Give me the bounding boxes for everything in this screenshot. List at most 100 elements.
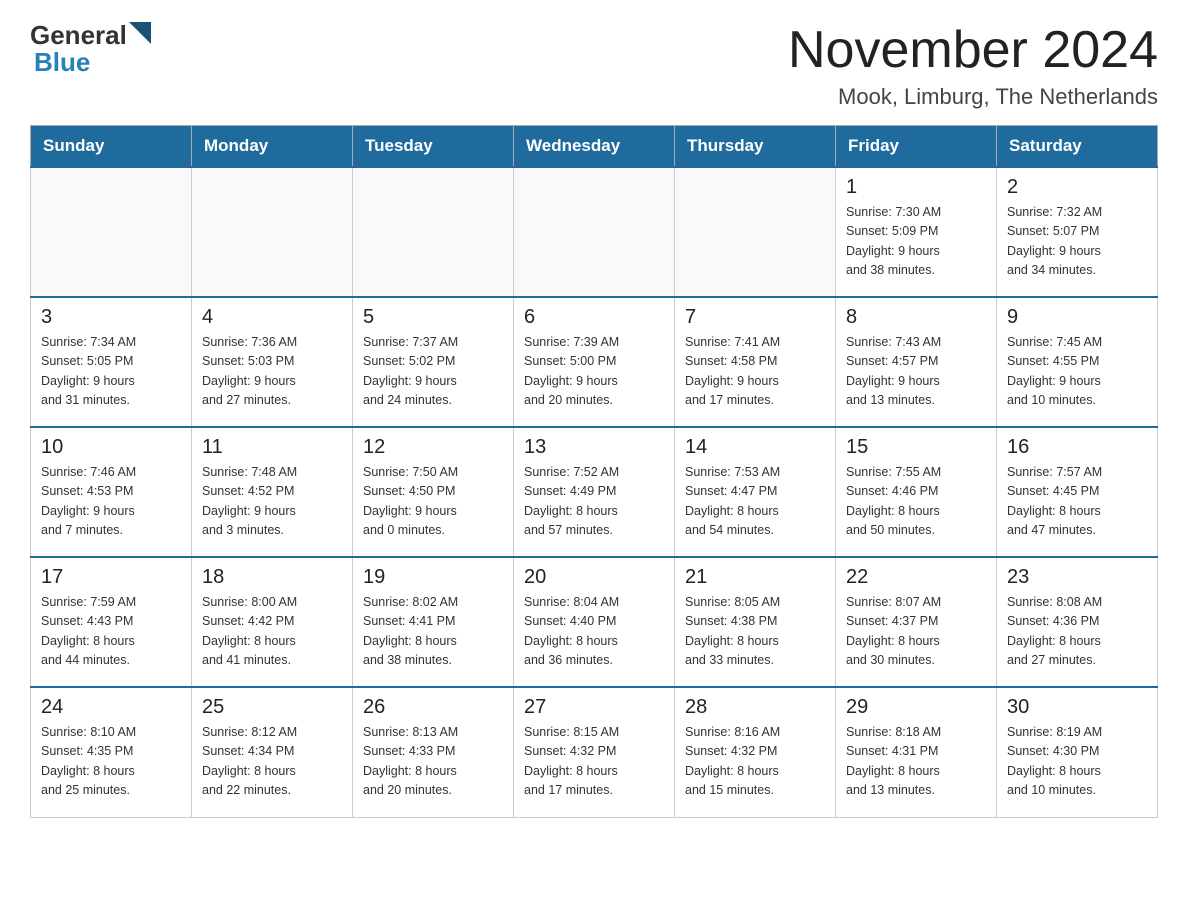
day-number: 11 [202, 436, 342, 459]
day-number: 1 [846, 176, 986, 199]
day-number: 14 [685, 436, 825, 459]
col-thursday: Thursday [675, 126, 836, 168]
day-info: Sunrise: 7:45 AM Sunset: 4:55 PM Dayligh… [1007, 333, 1147, 411]
day-number: 29 [846, 696, 986, 719]
table-row: 7Sunrise: 7:41 AM Sunset: 4:58 PM Daylig… [675, 297, 836, 427]
day-number: 5 [363, 306, 503, 329]
day-number: 6 [524, 306, 664, 329]
table-row: 24 Sunrise: 8:10 AM Sunset: 4:35 PM Dayli… [31, 687, 192, 817]
day-number: 13 [524, 436, 664, 459]
calendar-header-row: Sunday Monday Tuesday Wednesday Thursday… [31, 126, 1158, 168]
day-info: Sunrise: 8:15 AM Sunset: 4:32 PM Dayligh… [524, 723, 664, 801]
table-row: 22 Sunrise: 8:07 AM Sunset: 4:37 PM Dayli… [836, 557, 997, 687]
page-header: General Blue November 2024 Mook, Limburg… [30, 20, 1158, 110]
logo: General Blue [30, 20, 151, 78]
col-wednesday: Wednesday [514, 126, 675, 168]
day-number: 23 [1007, 566, 1147, 589]
col-friday: Friday [836, 126, 997, 168]
logo-triangle-icon [129, 22, 151, 44]
day-info: Sunrise: 7:34 AM Sunset: 5:05 PM Dayligh… [41, 333, 181, 411]
day-info: Sunrise: 8:05 AM Sunset: 4:38 PM Dayligh… [685, 593, 825, 671]
calendar-week-row: 1Sunrise: 7:30 AM Sunset: 5:09 PM Daylig… [31, 167, 1158, 297]
table-row: 2Sunrise: 7:32 AM Sunset: 5:07 PM Daylig… [997, 167, 1158, 297]
day-info: Sunrise: 7:48 AM Sunset: 4:52 PM Dayligh… [202, 463, 342, 541]
day-info: Sunrise: 7:46 AM Sunset: 4:53 PM Dayligh… [41, 463, 181, 541]
table-row: 6 Sunrise: 7:39 AM Sunset: 5:00 PM Daylig… [514, 297, 675, 427]
day-number: 22 [846, 566, 986, 589]
day-info: Sunrise: 7:43 AM Sunset: 4:57 PM Dayligh… [846, 333, 986, 411]
table-row [675, 167, 836, 297]
day-number: 24 [41, 696, 181, 719]
day-number: 3 [41, 306, 181, 329]
table-row: 30 Sunrise: 8:19 AM Sunset: 4:30 PM Dayli… [997, 687, 1158, 817]
day-info: Sunrise: 7:37 AM Sunset: 5:02 PM Dayligh… [363, 333, 503, 411]
day-number: 4 [202, 306, 342, 329]
calendar-week-row: 10 Sunrise: 7:46 AM Sunset: 4:53 PM Dayli… [31, 427, 1158, 557]
day-number: 21 [685, 566, 825, 589]
day-number: 10 [41, 436, 181, 459]
day-info: Sunrise: 7:50 AM Sunset: 4:50 PM Dayligh… [363, 463, 503, 541]
table-row: 23 Sunrise: 8:08 AM Sunset: 4:36 PM Dayli… [997, 557, 1158, 687]
table-row: 21 Sunrise: 8:05 AM Sunset: 4:38 PM Dayli… [675, 557, 836, 687]
day-number: 26 [363, 696, 503, 719]
table-row [353, 167, 514, 297]
day-number: 25 [202, 696, 342, 719]
day-info: Sunrise: 8:16 AM Sunset: 4:32 PM Dayligh… [685, 723, 825, 801]
day-info: Sunrise: 8:10 AM Sunset: 4:35 PM Dayligh… [41, 723, 181, 801]
day-info: Sunrise: 8:12 AM Sunset: 4:34 PM Dayligh… [202, 723, 342, 801]
table-row: 1Sunrise: 7:30 AM Sunset: 5:09 PM Daylig… [836, 167, 997, 297]
table-row: 29Sunrise: 8:18 AM Sunset: 4:31 PM Dayli… [836, 687, 997, 817]
day-number: 27 [524, 696, 664, 719]
col-tuesday: Tuesday [353, 126, 514, 168]
table-row: 4 Sunrise: 7:36 AM Sunset: 5:03 PM Daylig… [192, 297, 353, 427]
day-number: 16 [1007, 436, 1147, 459]
day-info: Sunrise: 7:52 AM Sunset: 4:49 PM Dayligh… [524, 463, 664, 541]
calendar-location: Mook, Limburg, The Netherlands [788, 84, 1158, 110]
table-row: 26 Sunrise: 8:13 AM Sunset: 4:33 PM Dayli… [353, 687, 514, 817]
calendar-week-row: 3 Sunrise: 7:34 AM Sunset: 5:05 PM Daylig… [31, 297, 1158, 427]
table-row: 11 Sunrise: 7:48 AM Sunset: 4:52 PM Dayli… [192, 427, 353, 557]
day-number: 19 [363, 566, 503, 589]
table-row: 28 Sunrise: 8:16 AM Sunset: 4:32 PM Dayli… [675, 687, 836, 817]
col-sunday: Sunday [31, 126, 192, 168]
table-row: 20 Sunrise: 8:04 AM Sunset: 4:40 PM Dayli… [514, 557, 675, 687]
day-info: Sunrise: 7:53 AM Sunset: 4:47 PM Dayligh… [685, 463, 825, 541]
table-row: 19 Sunrise: 8:02 AM Sunset: 4:41 PM Dayli… [353, 557, 514, 687]
day-info: Sunrise: 8:04 AM Sunset: 4:40 PM Dayligh… [524, 593, 664, 671]
day-number: 9 [1007, 306, 1147, 329]
table-row: 3 Sunrise: 7:34 AM Sunset: 5:05 PM Daylig… [31, 297, 192, 427]
table-row [514, 167, 675, 297]
calendar-week-row: 24 Sunrise: 8:10 AM Sunset: 4:35 PM Dayli… [31, 687, 1158, 817]
col-saturday: Saturday [997, 126, 1158, 168]
day-number: 30 [1007, 696, 1147, 719]
day-info: Sunrise: 8:08 AM Sunset: 4:36 PM Dayligh… [1007, 593, 1147, 671]
day-number: 20 [524, 566, 664, 589]
day-info: Sunrise: 7:39 AM Sunset: 5:00 PM Dayligh… [524, 333, 664, 411]
day-info: Sunrise: 8:19 AM Sunset: 4:30 PM Dayligh… [1007, 723, 1147, 801]
day-info: Sunrise: 8:00 AM Sunset: 4:42 PM Dayligh… [202, 593, 342, 671]
day-info: Sunrise: 8:02 AM Sunset: 4:41 PM Dayligh… [363, 593, 503, 671]
col-monday: Monday [192, 126, 353, 168]
table-row: 13 Sunrise: 7:52 AM Sunset: 4:49 PM Dayli… [514, 427, 675, 557]
day-number: 7 [685, 306, 825, 329]
day-number: 17 [41, 566, 181, 589]
day-info: Sunrise: 7:32 AM Sunset: 5:07 PM Dayligh… [1007, 203, 1147, 281]
table-row: 5 Sunrise: 7:37 AM Sunset: 5:02 PM Daylig… [353, 297, 514, 427]
table-row: 10 Sunrise: 7:46 AM Sunset: 4:53 PM Dayli… [31, 427, 192, 557]
day-info: Sunrise: 7:59 AM Sunset: 4:43 PM Dayligh… [41, 593, 181, 671]
table-row: 27 Sunrise: 8:15 AM Sunset: 4:32 PM Dayli… [514, 687, 675, 817]
title-area: November 2024 Mook, Limburg, The Netherl… [788, 20, 1158, 110]
day-info: Sunrise: 8:07 AM Sunset: 4:37 PM Dayligh… [846, 593, 986, 671]
day-number: 12 [363, 436, 503, 459]
day-info: Sunrise: 7:36 AM Sunset: 5:03 PM Dayligh… [202, 333, 342, 411]
table-row [31, 167, 192, 297]
day-number: 28 [685, 696, 825, 719]
calendar-table: Sunday Monday Tuesday Wednesday Thursday… [30, 125, 1158, 818]
logo-blue-text: Blue [34, 47, 90, 77]
table-row: 25 Sunrise: 8:12 AM Sunset: 4:34 PM Dayli… [192, 687, 353, 817]
table-row: 18Sunrise: 8:00 AM Sunset: 4:42 PM Dayli… [192, 557, 353, 687]
calendar-week-row: 17 Sunrise: 7:59 AM Sunset: 4:43 PM Dayli… [31, 557, 1158, 687]
table-row: 16 Sunrise: 7:57 AM Sunset: 4:45 PM Dayli… [997, 427, 1158, 557]
day-info: Sunrise: 7:57 AM Sunset: 4:45 PM Dayligh… [1007, 463, 1147, 541]
day-info: Sunrise: 8:13 AM Sunset: 4:33 PM Dayligh… [363, 723, 503, 801]
